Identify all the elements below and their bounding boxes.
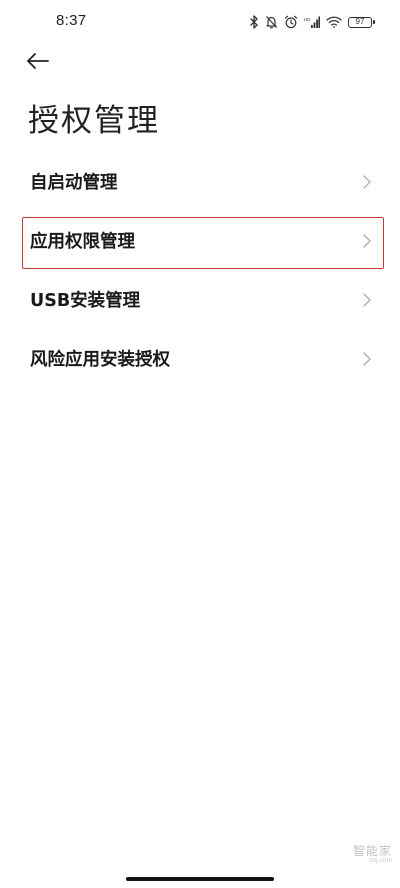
- watermark-text: 智能家: [352, 843, 392, 858]
- page-title: 授权管理: [28, 103, 160, 139]
- menu-item-app-permissions[interactable]: 应用权限管理: [0, 211, 400, 270]
- menu-item-auto-start[interactable]: 自启动管理: [0, 152, 400, 211]
- status-time: 8:37: [56, 12, 87, 29]
- bluetooth-icon: [250, 15, 259, 29]
- chevron-right-icon: [362, 174, 374, 190]
- back-arrow-icon: [26, 52, 50, 74]
- menu-item-label: 自启动管理: [30, 173, 118, 193]
- mute-icon: [265, 15, 278, 29]
- home-indicator[interactable]: [126, 877, 274, 881]
- watermark: 智能家 znj.com: [352, 843, 392, 864]
- back-button[interactable]: [26, 48, 60, 78]
- battery-icon: 97: [348, 16, 375, 28]
- menu-list: 自启动管理 应用权限管理 USB安装管理 风险应用安装授权: [0, 152, 400, 388]
- chevron-right-icon: [362, 233, 374, 249]
- status-bar: 8:37 HD 97: [0, 0, 400, 44]
- menu-item-risky-app-install[interactable]: 风险应用安装授权: [0, 329, 400, 388]
- alarm-icon: [284, 15, 298, 29]
- wifi-icon: [326, 16, 342, 28]
- chevron-right-icon: [362, 292, 374, 308]
- battery-level: 97: [355, 17, 365, 26]
- svg-text:HD: HD: [304, 17, 311, 22]
- chevron-right-icon: [362, 351, 374, 367]
- menu-item-label: 应用权限管理: [30, 232, 135, 252]
- status-icons: HD 97: [250, 13, 375, 31]
- menu-item-label: USB安装管理: [30, 291, 141, 311]
- menu-item-usb-install[interactable]: USB安装管理: [0, 270, 400, 329]
- watermark-subtext: znj.com: [369, 858, 392, 864]
- signal-icon: HD: [304, 16, 320, 29]
- menu-item-label: 风险应用安装授权: [30, 350, 170, 370]
